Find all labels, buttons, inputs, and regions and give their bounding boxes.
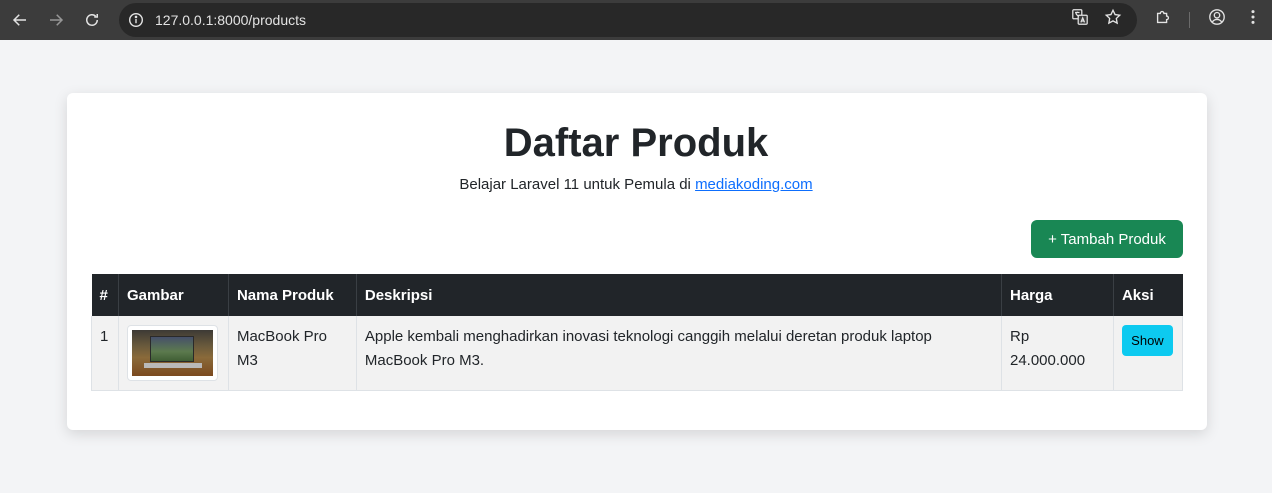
row-description: Apple kembali menghadirkan inovasi tekno…: [356, 316, 1002, 391]
url-text: 127.0.0.1:8000/products: [155, 12, 307, 28]
toolbar-divider: [1189, 12, 1190, 28]
forward-icon[interactable]: [44, 8, 68, 32]
header-number: #: [91, 274, 119, 316]
product-thumbnail: [126, 325, 218, 381]
subtitle-text: Belajar Laravel 11 untuk Pemula di: [459, 176, 696, 193]
profile-icon[interactable]: [1208, 8, 1226, 26]
add-product-button[interactable]: + Tambah Produk: [1031, 220, 1183, 258]
show-button[interactable]: Show: [1121, 325, 1173, 356]
address-bar[interactable]: 127.0.0.1:8000/products: [119, 3, 1137, 37]
row-product-name: MacBook Pro M3: [228, 316, 357, 391]
more-menu-icon[interactable]: [1244, 8, 1262, 26]
header-image: Gambar: [118, 274, 229, 316]
header-action: Aksi: [1113, 274, 1183, 316]
header-price: Harga: [1001, 274, 1114, 316]
subtitle-link[interactable]: mediakoding.com: [695, 176, 813, 193]
header-name: Nama Produk: [228, 274, 357, 316]
extensions-icon[interactable]: [1154, 8, 1172, 26]
back-icon[interactable]: [8, 8, 32, 32]
bookmark-star-icon[interactable]: [1104, 8, 1122, 26]
translate-icon[interactable]: [1071, 8, 1089, 26]
table-header-row: # Gambar Nama Produk Deskripsi Harga Aks…: [91, 274, 1183, 316]
row-image-cell: [118, 316, 229, 391]
table-row: 1 MacBook Pro M3 Apple kembali menghadir…: [91, 316, 1184, 391]
site-info-icon[interactable]: [128, 12, 144, 28]
laptop-image: [131, 330, 213, 376]
browser-toolbar: 127.0.0.1:8000/products: [0, 0, 1272, 40]
row-number: 1: [91, 316, 119, 391]
reload-icon[interactable]: [80, 8, 104, 32]
page-subtitle: Belajar Laravel 11 untuk Pemula di media…: [0, 176, 1272, 194]
header-description: Deskripsi: [356, 274, 1002, 316]
row-action-cell: Show: [1113, 316, 1184, 391]
products-table: # Gambar Nama Produk Deskripsi Harga Aks…: [91, 274, 1184, 391]
row-price: Rp 24.000.000: [1001, 316, 1114, 391]
page-title: Daftar Produk: [503, 121, 769, 165]
